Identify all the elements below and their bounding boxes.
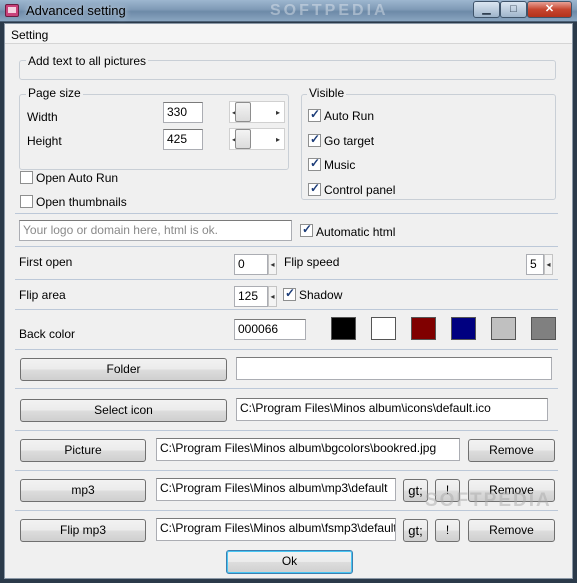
right-arrow-icon: ▸	[276, 108, 281, 117]
color-swatch-white[interactable]	[371, 317, 396, 340]
color-swatch-silver[interactable]	[491, 317, 516, 340]
picture-button[interactable]: Picture	[20, 439, 146, 462]
separator	[15, 279, 558, 280]
open-auto-run-label: Open Auto Run	[36, 171, 119, 185]
trackbar-thumb-icon[interactable]	[235, 129, 251, 149]
automatic-html-label: Automatic html	[316, 225, 396, 239]
separator	[15, 349, 558, 350]
height-trackbar[interactable]: ◂ ▸	[229, 128, 285, 150]
watermark: SOFTPEDIA	[425, 490, 552, 511]
color-swatch-maroon[interactable]	[411, 317, 436, 340]
back-color-input[interactable]: 000066	[234, 319, 306, 340]
mp3-path-input[interactable]: C:\Program Files\Minos album\mp3\default	[156, 478, 396, 501]
color-swatch-navy[interactable]	[451, 317, 476, 340]
minimize-button[interactable]: ▁	[473, 1, 500, 18]
folder-path-input[interactable]	[236, 357, 552, 380]
back-color-label: Back color	[19, 327, 76, 341]
width-label: Width	[27, 110, 58, 124]
app-icon	[5, 4, 19, 17]
open-thumbnails-checkbox[interactable]	[20, 195, 33, 208]
open-thumbnails-label: Open thumbnails	[36, 195, 127, 209]
flip-speed-label: Flip speed	[284, 255, 340, 269]
separator	[15, 246, 558, 247]
go-target-checkbox[interactable]	[308, 132, 321, 147]
flip-mp3-play-button[interactable]: !	[435, 519, 460, 542]
first-open-label: First open	[19, 255, 73, 269]
icon-path-input[interactable]: C:\Program Files\Minos album\icons\defau…	[236, 398, 548, 421]
picture-path-input[interactable]: C:\Program Files\Minos album\bgcolors\bo…	[156, 438, 460, 461]
color-swatch-black[interactable]	[331, 317, 356, 340]
flip-area-input[interactable]: 125	[234, 286, 268, 307]
spin-arrow-icon[interactable]: ◂	[268, 286, 277, 307]
height-label: Height	[27, 134, 62, 148]
separator	[15, 430, 558, 431]
flip-mp3-button[interactable]: Flip mp3	[20, 519, 146, 542]
right-arrow-icon: ▸	[276, 135, 281, 144]
page-size-title: Page size	[26, 86, 83, 100]
picture-remove-button[interactable]: Remove	[468, 439, 555, 462]
width-trackbar[interactable]: ◂ ▸	[229, 101, 285, 123]
width-input[interactable]: 330	[163, 102, 203, 123]
window-title: Advanced setting	[26, 3, 126, 18]
shadow-label: Shadow	[299, 288, 343, 302]
color-swatch-gray[interactable]	[531, 317, 556, 340]
logo-input[interactable]: Your logo or domain here, html is ok.	[19, 220, 292, 241]
separator	[15, 309, 558, 310]
title-bar[interactable]: Advanced setting SOFTPEDIA ▁ □ ✕	[0, 0, 577, 22]
dialog-client: Setting Add text to all pictures Page si…	[4, 23, 573, 579]
open-auto-run-checkbox[interactable]	[20, 171, 33, 184]
ok-button[interactable]: Ok	[226, 550, 353, 574]
flip-mp3-remove-button[interactable]: Remove	[468, 519, 555, 542]
go-target-label: Go target	[324, 134, 375, 148]
flip-speed-input[interactable]: 5	[526, 254, 544, 275]
flip-area-label: Flip area	[19, 288, 66, 302]
close-button[interactable]: ✕	[527, 1, 572, 18]
height-input[interactable]: 425	[163, 129, 203, 150]
spin-arrow-icon[interactable]: ◂	[268, 254, 277, 275]
menu-bar: Setting	[5, 24, 572, 44]
first-open-input[interactable]: 0	[234, 254, 268, 275]
control-panel-checkbox[interactable]	[308, 181, 321, 196]
auto-run-checkbox[interactable]	[308, 107, 321, 122]
visible-title: Visible	[307, 86, 347, 100]
shadow-checkbox[interactable]	[283, 286, 296, 301]
automatic-html-checkbox[interactable]	[300, 222, 313, 237]
flip-mp3-gt-button[interactable]: gt;	[403, 519, 428, 542]
separator	[15, 470, 558, 471]
mp3-button[interactable]: mp3	[20, 479, 146, 502]
flip-mp3-path-input[interactable]: C:\Program Files\Minos album\fsmp3\defau…	[156, 518, 396, 541]
folder-button[interactable]: Folder	[20, 358, 227, 381]
maximize-button[interactable]: □	[500, 1, 527, 18]
control-panel-label: Control panel	[324, 183, 396, 197]
watermark: SOFTPEDIA	[270, 2, 389, 19]
menu-setting[interactable]: Setting	[11, 28, 48, 42]
add-text-group-title: Add text to all pictures	[26, 54, 149, 68]
music-checkbox[interactable]	[308, 156, 321, 171]
select-icon-button[interactable]: Select icon	[20, 399, 227, 422]
auto-run-label: Auto Run	[324, 109, 375, 123]
music-label: Music	[324, 158, 356, 172]
trackbar-thumb-icon[interactable]	[235, 102, 251, 122]
separator	[15, 388, 558, 389]
separator	[15, 213, 558, 214]
spin-arrow-icon[interactable]: ◂	[544, 254, 553, 275]
